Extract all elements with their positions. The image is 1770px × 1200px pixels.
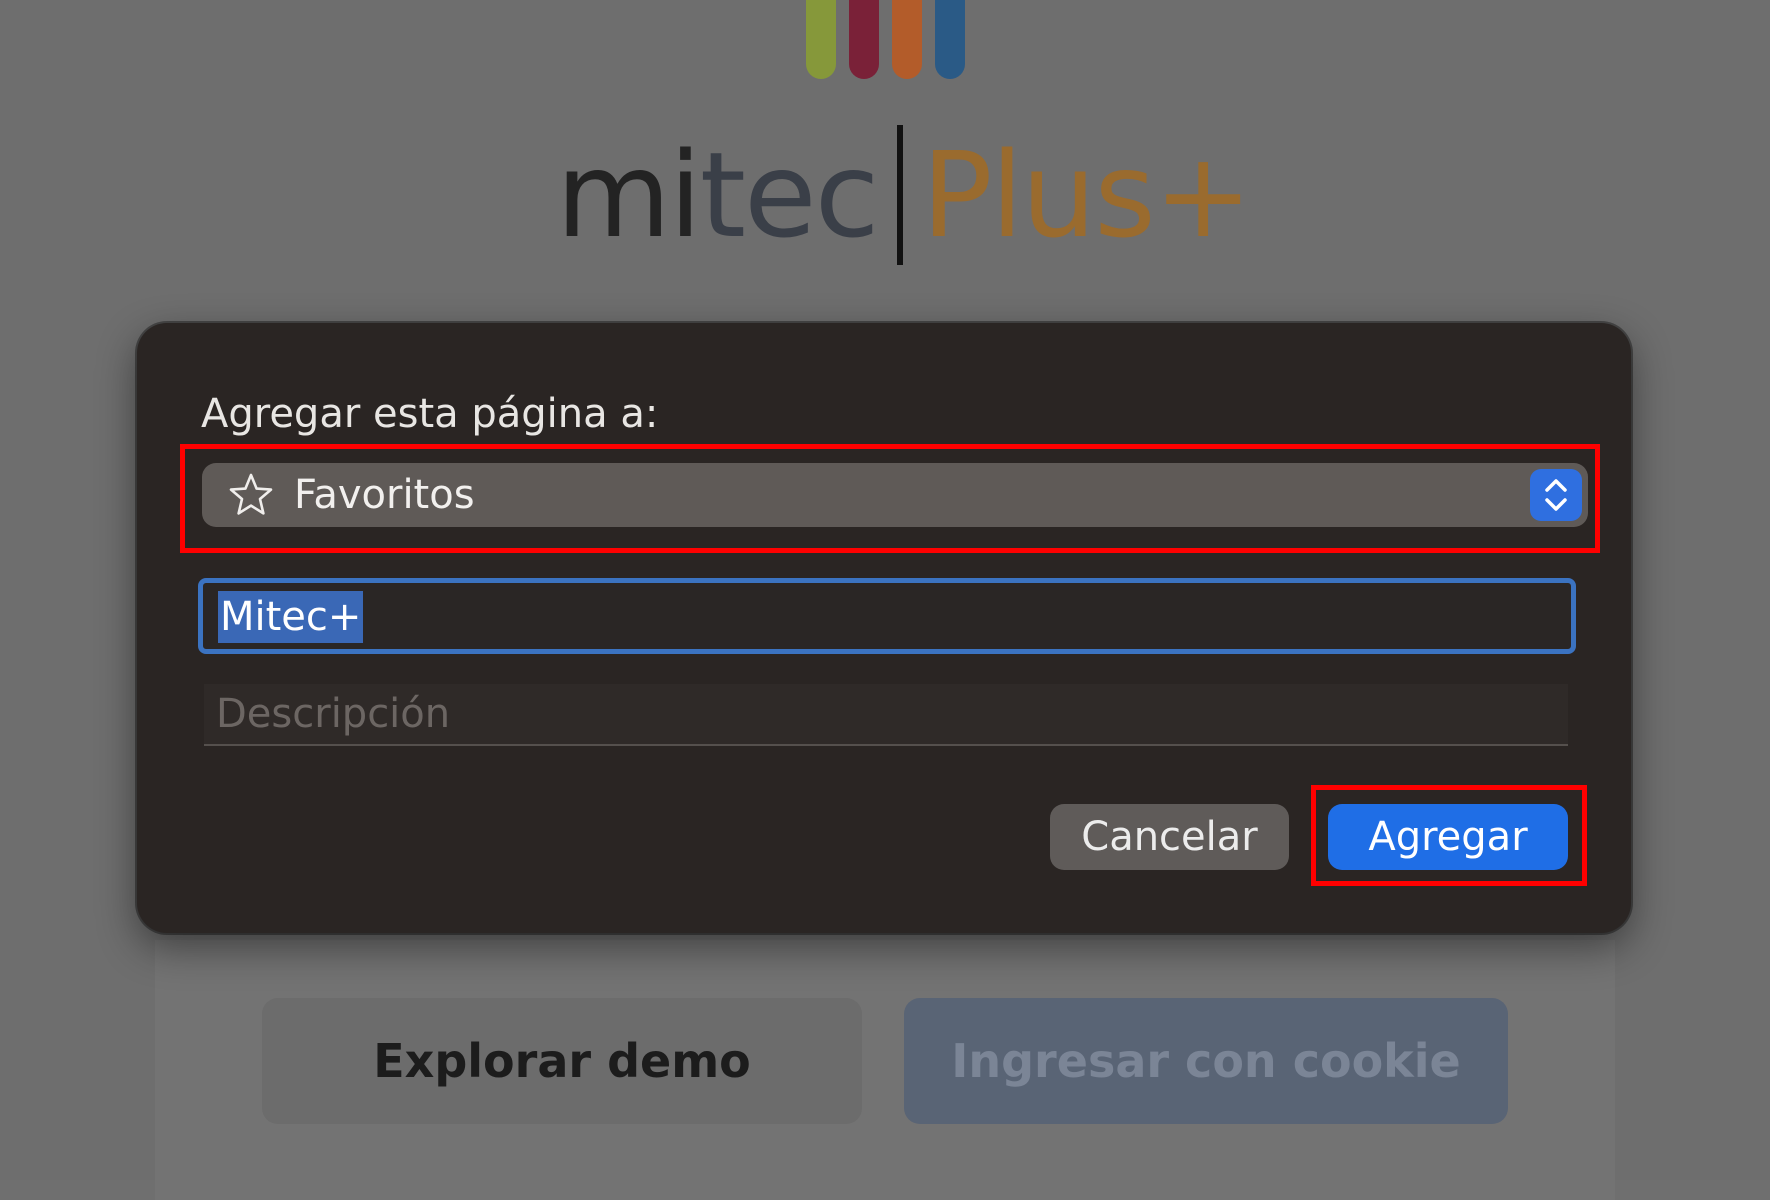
explore-demo-button[interactable]: Explorar demo <box>262 998 862 1124</box>
logo-text-tec: tec <box>699 126 880 264</box>
logo-bar-green <box>806 0 836 79</box>
folder-select-value: Favoritos <box>294 472 475 518</box>
add-button[interactable]: Agregar <box>1328 804 1568 870</box>
logo-text-plus: Plus+ <box>921 126 1252 264</box>
logo-text-mi: mi <box>556 126 702 264</box>
logo-divider <box>897 125 904 265</box>
star-icon <box>229 473 273 515</box>
add-bookmark-dialog: Agregar esta página a: Favoritos Mitec+ … <box>137 323 1631 933</box>
folder-select[interactable]: Favoritos <box>202 463 1588 527</box>
logo-bars <box>806 0 966 79</box>
mitec-plus-logo: mi tec Plus+ <box>556 120 1253 270</box>
cookie-login-button[interactable]: Ingresar con cookie <box>904 998 1508 1124</box>
chevron-up-down-icon[interactable] <box>1530 469 1582 521</box>
logo-bar-blue <box>935 0 965 79</box>
logo-bar-maroon <box>849 0 879 79</box>
dialog-label: Agregar esta página a: <box>201 391 659 437</box>
bookmark-name-input[interactable]: Mitec+ <box>198 578 1576 654</box>
logo-bar-orange <box>892 0 922 79</box>
description-input[interactable]: Descripción <box>204 684 1568 746</box>
description-placeholder: Descripción <box>216 691 451 737</box>
bookmark-name-value: Mitec+ <box>218 591 364 643</box>
cancel-button[interactable]: Cancelar <box>1050 804 1289 870</box>
